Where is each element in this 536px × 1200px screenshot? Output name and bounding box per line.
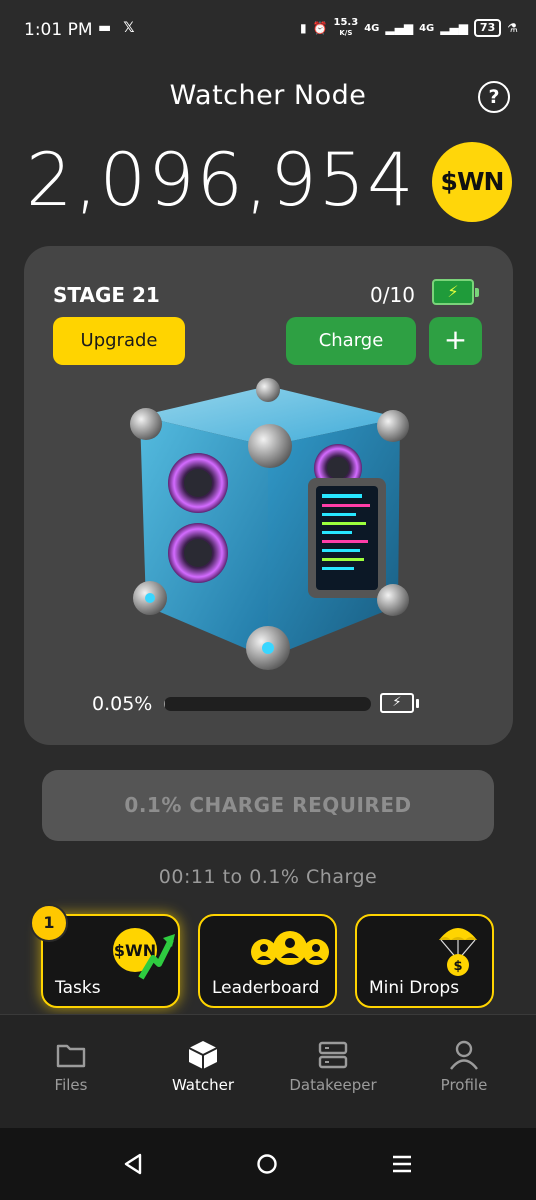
charge-required-button[interactable]: 0.1% CHARGE REQUIRED bbox=[42, 770, 494, 841]
mini-drops-label: Mini Drops bbox=[369, 978, 460, 998]
nav-datakeeper[interactable]: Datakeeper bbox=[266, 1040, 400, 1094]
mini-drops-card[interactable]: $ Mini Drops bbox=[355, 914, 494, 1008]
vibrate-icon: ▮ bbox=[299, 21, 307, 35]
net-speed: 15.3 K/S bbox=[333, 17, 359, 38]
network-1: 4G bbox=[364, 22, 380, 34]
message-icon: ▬ bbox=[98, 20, 112, 36]
group-icon bbox=[251, 931, 329, 965]
x-icon: 𝕏 bbox=[123, 20, 135, 36]
tasks-label: Tasks bbox=[55, 978, 101, 998]
server-icon bbox=[318, 1041, 348, 1069]
home-icon[interactable] bbox=[256, 1153, 278, 1175]
battery-charge-icon: ⚡ bbox=[432, 279, 479, 305]
status-time: 1:01 PM bbox=[24, 20, 93, 40]
page-title: Watcher Node bbox=[169, 80, 367, 111]
back-icon[interactable] bbox=[122, 1153, 144, 1175]
user-icon bbox=[450, 1040, 478, 1070]
stage-title: STAGE 21 bbox=[53, 283, 160, 307]
battery-nub bbox=[416, 699, 419, 708]
alarm-icon: ⏰ bbox=[312, 21, 328, 35]
charge-button[interactable]: Charge bbox=[286, 317, 416, 365]
charge-progress-bar bbox=[164, 697, 371, 711]
battery-indicator: 73 bbox=[473, 19, 502, 37]
nav-datakeeper-label: Datakeeper bbox=[289, 1076, 377, 1094]
network-2: 4G bbox=[419, 22, 435, 34]
status-left-icons: ▬ 𝕏 bbox=[98, 20, 135, 36]
wn-coin-arrow-icon: $WN bbox=[113, 928, 175, 980]
nav-profile[interactable]: Profile bbox=[397, 1040, 531, 1094]
watcher-cube-image bbox=[118, 368, 418, 678]
nav-watcher[interactable]: Watcher bbox=[136, 1040, 270, 1094]
question-circle-icon: ? bbox=[488, 86, 500, 108]
leaderboard-label: Leaderboard bbox=[212, 978, 320, 998]
nav-files[interactable]: Files bbox=[4, 1040, 138, 1094]
cube-icon bbox=[188, 1041, 218, 1069]
help-button[interactable]: ? bbox=[478, 81, 510, 113]
folder-icon bbox=[56, 1044, 86, 1068]
recents-icon[interactable] bbox=[391, 1153, 413, 1175]
lab-icon: ⚗ bbox=[507, 21, 518, 35]
charge-timer-text: 00:11 to 0.1% Charge bbox=[158, 866, 378, 888]
add-charge-button[interactable]: + bbox=[429, 317, 482, 365]
system-nav-bar bbox=[0, 1128, 536, 1200]
charge-count: 0/10 bbox=[370, 283, 415, 307]
tasks-notification-badge: 1 bbox=[30, 904, 68, 942]
signal-icon-2: ▂▄▆ bbox=[440, 21, 468, 35]
progress-percent: 0.05% bbox=[92, 693, 153, 715]
svg-text:$WN: $WN bbox=[114, 941, 156, 960]
wn-coin-icon: $WN bbox=[432, 142, 512, 222]
svg-text:$: $ bbox=[453, 959, 462, 974]
nav-files-label: Files bbox=[54, 1076, 88, 1094]
nav-watcher-label: Watcher bbox=[171, 1076, 235, 1094]
balance-amount: 2,096,954 bbox=[26, 138, 416, 223]
upgrade-button[interactable]: Upgrade bbox=[53, 317, 185, 365]
parachute-coin-icon: $ bbox=[439, 928, 477, 976]
signal-icon: ▂▄▆ bbox=[385, 21, 414, 35]
battery-bolt-icon: ⚡ bbox=[380, 693, 414, 713]
nav-profile-label: Profile bbox=[440, 1076, 488, 1094]
leaderboard-card[interactable]: Leaderboard bbox=[198, 914, 337, 1008]
status-right-icons: ▮ ⏰ 15.3 K/S 4G ▂▄▆ 4G ▂▄▆ 73 ⚗ bbox=[300, 18, 518, 38]
